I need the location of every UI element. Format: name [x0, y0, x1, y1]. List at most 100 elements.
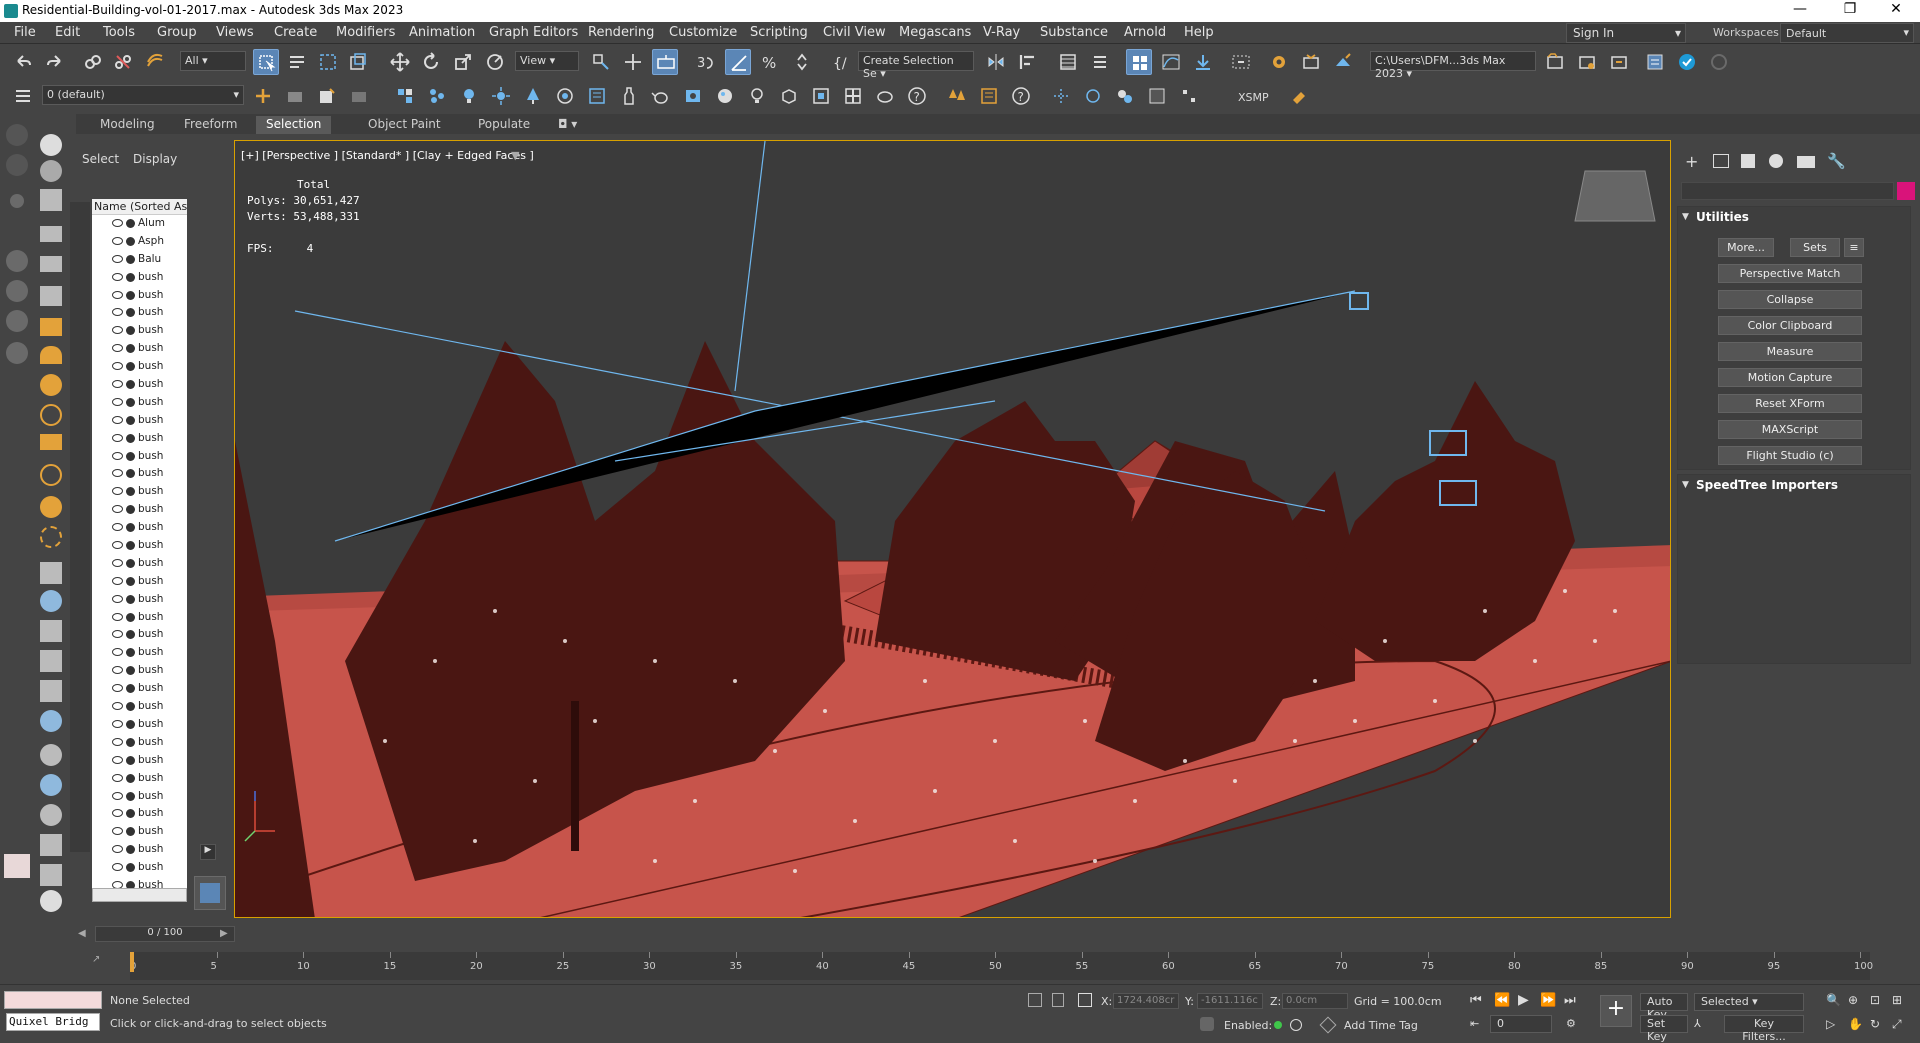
visibility-eye-icon[interactable]	[112, 362, 123, 371]
undo-icon[interactable]	[10, 49, 36, 75]
menu-vray[interactable]: V-Ray	[983, 25, 1020, 40]
visibility-eye-icon[interactable]	[112, 541, 123, 550]
add-time-tag-button[interactable]: Add Time Tag	[1344, 1019, 1418, 1032]
list-item[interactable]: bush	[92, 609, 187, 627]
percent-snap-icon[interactable]: %	[757, 49, 783, 75]
ribbon-tab-modeling[interactable]: Modeling	[90, 116, 165, 134]
visibility-eye-icon[interactable]	[112, 684, 123, 693]
isolate-icon[interactable]	[1290, 1019, 1302, 1031]
perspective-viewport[interactable]: [+] [Perspective ] [Standard* ] [Clay + …	[234, 140, 1671, 918]
render-toggle-icon[interactable]	[126, 845, 135, 855]
visibility-eye-icon[interactable]	[112, 755, 123, 764]
move-icon[interactable]	[387, 49, 413, 75]
edit-named-selection-icon[interactable]: {/	[828, 49, 854, 75]
render-toggle-icon[interactable]	[126, 272, 135, 282]
light-icon[interactable]	[456, 83, 482, 109]
layout-circle-icon[interactable]	[6, 310, 28, 332]
key-tangent-icon[interactable]: ⅄	[1694, 1017, 1701, 1030]
railclone-tools-icon[interactable]	[1144, 83, 1170, 109]
menu-substance[interactable]: Substance	[1040, 25, 1108, 40]
list-icon[interactable]	[584, 83, 610, 109]
perspective-match-button[interactable]: Perspective Match	[1718, 264, 1862, 283]
render-toggle-icon[interactable]	[126, 594, 135, 604]
render-toggle-icon[interactable]	[126, 612, 135, 622]
selection-lock-icon[interactable]	[1052, 993, 1064, 1007]
list-item[interactable]: bush	[92, 465, 187, 483]
visibility-eye-icon[interactable]	[112, 702, 123, 711]
railclone-library-icon[interactable]	[1112, 83, 1138, 109]
mirror-icon[interactable]	[983, 49, 1009, 75]
check-icon[interactable]	[1674, 49, 1700, 75]
z-coordinate-field[interactable]: 0.0cm	[1282, 993, 1348, 1009]
ambient-light-icon[interactable]	[40, 526, 62, 548]
layout-circle-icon[interactable]	[6, 342, 28, 364]
menu-tools[interactable]: Tools	[103, 25, 135, 40]
pyramid-icon[interactable]	[40, 620, 62, 642]
list-item[interactable]: bush	[92, 448, 187, 466]
bulb-icon[interactable]	[744, 83, 770, 109]
layer-properties-icon[interactable]	[346, 83, 372, 109]
render-toggle-icon[interactable]	[126, 755, 135, 765]
render-toggle-icon[interactable]	[126, 791, 135, 801]
quixel-thumbnail[interactable]	[4, 854, 30, 878]
close-button[interactable]: ✕	[1876, 1, 1916, 21]
utilities-rollout-header[interactable]: Utilities	[1678, 207, 1910, 229]
visibility-eye-icon[interactable]	[112, 863, 123, 872]
list-item[interactable]: bush	[92, 591, 187, 609]
list-item[interactable]: bush	[92, 287, 187, 305]
forest-help-icon[interactable]: ?	[1008, 83, 1034, 109]
render-toggle-icon[interactable]	[126, 576, 135, 586]
list-item[interactable]: bush	[92, 805, 187, 823]
menu-views[interactable]: Views	[216, 25, 254, 40]
sync-icon[interactable]	[1706, 49, 1732, 75]
timeline-prev-icon[interactable]: ◀	[78, 928, 86, 939]
object-color-swatch[interactable]	[1897, 182, 1915, 200]
layer-dropdown[interactable]: 0 (default) ▾	[42, 85, 244, 105]
create-geometry-icon[interactable]	[392, 83, 418, 109]
help-icon[interactable]: ?	[904, 83, 930, 109]
dome-light-icon[interactable]	[40, 346, 62, 364]
render-toggle-icon[interactable]	[126, 648, 135, 658]
render-toggle-icon[interactable]	[126, 326, 135, 336]
omni-light-icon[interactable]	[40, 404, 62, 426]
dot-icon[interactable]	[10, 194, 24, 208]
railclone-icon[interactable]	[1048, 83, 1074, 109]
create-layer-icon[interactable]	[250, 83, 276, 109]
visibility-eye-icon[interactable]	[112, 415, 123, 424]
placement-icon[interactable]	[482, 49, 508, 75]
render-toggle-icon[interactable]	[126, 290, 135, 300]
list-item[interactable]: bush	[92, 501, 187, 519]
layers-icon[interactable]	[10, 83, 36, 109]
create-tab-icon[interactable]: +	[1685, 152, 1698, 171]
menu-animation[interactable]: Animation	[409, 25, 475, 40]
list-item[interactable]: bush	[92, 430, 187, 448]
visibility-eye-icon[interactable]	[112, 505, 123, 514]
set-project-folder-icon[interactable]	[1542, 49, 1568, 75]
maxscript-listener[interactable]	[4, 991, 102, 1009]
menu-scripting[interactable]: Scripting	[750, 25, 808, 40]
menu-customize[interactable]: Customize	[669, 25, 737, 40]
ribbon-tab-object-paint[interactable]: Object Paint	[358, 116, 451, 134]
render-toggle-icon[interactable]	[126, 433, 135, 443]
menu-rendering[interactable]: Rendering	[588, 25, 654, 40]
ribbon-options-icon[interactable]: ◘ ▾	[548, 116, 587, 134]
material-editor-icon[interactable]	[1228, 49, 1254, 75]
render-toggle-icon[interactable]	[126, 344, 135, 354]
link-icon[interactable]	[80, 49, 106, 75]
select-in-layer-icon[interactable]	[314, 83, 340, 109]
vray-logo-icon[interactable]	[40, 890, 62, 912]
render-toggle-icon[interactable]	[126, 541, 135, 551]
grass-icon[interactable]	[40, 680, 62, 702]
eraser-icon[interactable]	[1286, 83, 1312, 109]
list-item[interactable]: bush	[92, 680, 187, 698]
teapot-icon[interactable]	[648, 83, 674, 109]
list-item[interactable]: bush	[92, 537, 187, 555]
material-sphere-icon[interactable]	[40, 744, 62, 766]
explorer-tab-select[interactable]: Select	[82, 152, 119, 166]
visibility-eye-icon[interactable]	[112, 254, 123, 263]
box-icon[interactable]	[776, 83, 802, 109]
sign-in-dropdown[interactable]: Sign In ▾	[1566, 23, 1686, 43]
y-coordinate-field[interactable]: -1611.116c	[1197, 993, 1263, 1009]
timeline-next-icon[interactable]: ▶	[220, 928, 228, 939]
ies-light-icon[interactable]	[40, 464, 62, 486]
